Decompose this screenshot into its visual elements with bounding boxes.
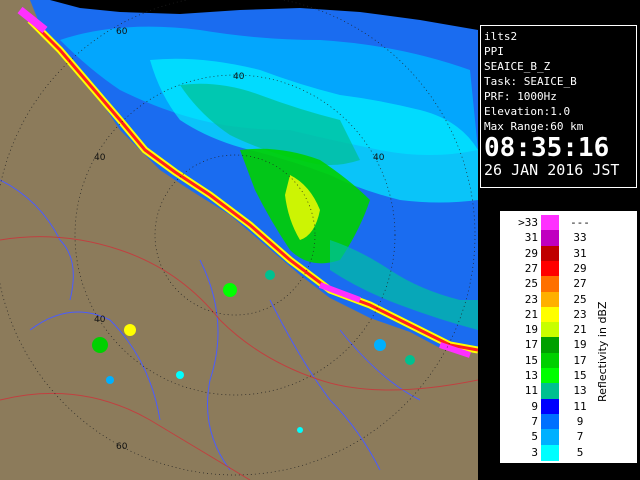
- legend-lower-value: 3: [531, 445, 538, 459]
- range-ring-label: 40: [373, 153, 385, 163]
- legend-upper-value: 27: [573, 277, 587, 291]
- radar-ppi-display: 60 40 40 40 40 60: [0, 0, 478, 480]
- legend-color-swatch: [541, 260, 559, 277]
- legend-lower-value: 13: [524, 369, 538, 382]
- scan-info-panel: ilts2 PPI SEAICE_B_Z Task: SEAICE_B PRF:…: [480, 25, 637, 188]
- legend-lower-value: 19: [524, 323, 538, 337]
- legend-lower-value: 29: [524, 246, 538, 260]
- legend-color-swatch: [541, 230, 559, 247]
- legend-color-swatch: [541, 413, 559, 430]
- legend-lower-value: 9: [531, 399, 538, 413]
- legend-color-swatch: [541, 444, 559, 461]
- legend-upper-value: 13: [573, 384, 587, 398]
- site-name: ilts2: [484, 30, 518, 43]
- legend-row: 17 19: [501, 337, 611, 354]
- task-name: Task: SEAICE_B: [484, 75, 577, 88]
- legend-upper-value: 31: [573, 246, 587, 260]
- legend-row: 19 21: [501, 322, 611, 339]
- legend-upper-value: ---: [570, 216, 590, 229]
- range-ring-label: 40: [94, 315, 106, 325]
- legend-upper-value: 33: [573, 231, 587, 245]
- legend-color-swatch: [541, 215, 559, 231]
- legend-row: >33 ---: [501, 215, 611, 231]
- legend-lower-value: 7: [531, 414, 538, 428]
- legend-row: 21 23: [501, 306, 611, 323]
- legend-row: 11 13: [501, 383, 611, 400]
- range-ring-label: 60: [116, 27, 128, 37]
- color-legend: >33 --- 31 33 29 31 27 29 25 27 23 25 21 23 19 21 17 19 15…: [500, 211, 637, 463]
- legend-color-swatch: [541, 276, 559, 293]
- legend-upper-value: 25: [573, 292, 587, 306]
- prf-value: PRF: 1000Hz: [484, 90, 557, 103]
- legend-upper-value: 7: [576, 430, 584, 444]
- scan-type: PPI: [484, 45, 504, 58]
- legend-color-swatch: [541, 383, 559, 400]
- legend-upper-value: 21: [573, 323, 587, 337]
- legend-color-swatch: [541, 245, 559, 262]
- legend-row: 9 11: [501, 398, 611, 415]
- product-name: SEAICE_B_Z: [484, 60, 551, 73]
- legend-lower-value: 25: [524, 277, 538, 291]
- legend-lower-value: 21: [524, 307, 538, 321]
- legend-color-swatch: [541, 337, 559, 354]
- legend-row: 15 17: [501, 352, 611, 369]
- legend-lower-value: 5: [531, 430, 538, 444]
- elevation-value: Elevation:1.0: [484, 105, 571, 118]
- legend-row: 29 31: [501, 245, 611, 262]
- legend-row: 13 15: [501, 368, 611, 384]
- legend-title: Reflectivity in dBZ: [596, 301, 609, 402]
- legend-row: 25 27: [501, 276, 611, 293]
- legend-lower-value: 15: [524, 353, 538, 367]
- legend-row: 23 25: [501, 291, 611, 308]
- legend-lower-value: 27: [524, 261, 538, 275]
- range-ring-label: 40: [233, 72, 245, 82]
- scan-date: 26 JAN 2016 JST: [484, 161, 620, 179]
- legend-row: 57: [501, 429, 611, 446]
- legend-color-swatch: [541, 398, 559, 415]
- legend-color-swatch: [541, 352, 559, 369]
- legend-upper-value: 29: [573, 261, 587, 275]
- legend-upper-value: 19: [573, 338, 587, 352]
- legend-row: 79: [501, 413, 611, 430]
- max-range-value: Max Range:60 km: [484, 120, 584, 133]
- legend-upper-value: 11: [573, 399, 587, 413]
- legend-lower-value: 11: [524, 384, 538, 398]
- legend-lower-value: 31: [524, 231, 538, 245]
- legend-row: 31 33: [501, 230, 611, 247]
- scan-time: 08:35:16: [484, 133, 610, 163]
- legend-upper-value: 9: [576, 414, 584, 428]
- legend-color-swatch: [541, 306, 559, 323]
- legend-lower-value: >33: [518, 216, 538, 229]
- legend-lower-value: 23: [524, 292, 538, 306]
- legend-upper-value: 5: [576, 445, 584, 459]
- legend-color-swatch: [541, 322, 559, 339]
- legend-upper-value: 23: [573, 307, 587, 321]
- range-ring-label: 60: [116, 442, 128, 452]
- legend-color-swatch: [541, 429, 559, 446]
- legend-row: 35: [501, 444, 611, 461]
- legend-color-swatch: [541, 291, 559, 308]
- legend-color-swatch: [541, 368, 559, 384]
- legend-row: 27 29: [501, 260, 611, 277]
- legend-upper-value: 17: [573, 353, 587, 367]
- legend-lower-value: 17: [524, 338, 538, 352]
- legend-upper-value: 15: [573, 369, 587, 382]
- range-ring-label: 40: [94, 153, 106, 163]
